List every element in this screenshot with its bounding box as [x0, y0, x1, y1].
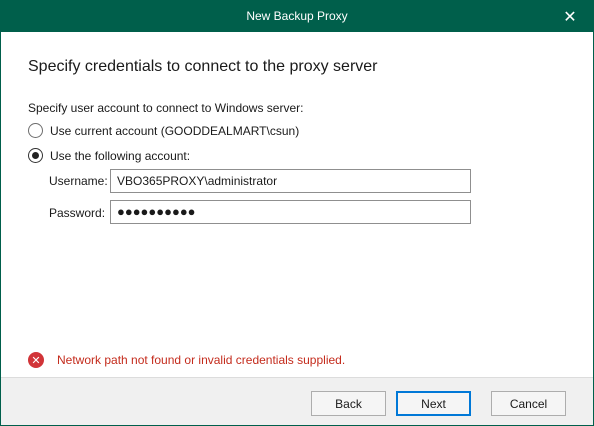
- radio-button-selected[interactable]: [28, 148, 43, 163]
- new-backup-proxy-window: New Backup Proxy ✕ Specify credentials t…: [0, 0, 594, 426]
- error-message: Network path not found or invalid creden…: [57, 353, 346, 367]
- next-button[interactable]: Next: [396, 391, 471, 416]
- back-button[interactable]: Back: [311, 391, 386, 416]
- radio-button[interactable]: [28, 123, 43, 138]
- radio-use-current-account[interactable]: Use current account (GOODDEALMART\csun): [28, 123, 299, 138]
- window-title: New Backup Proxy: [246, 9, 348, 23]
- radio-label: Use current account (GOODDEALMART\csun): [50, 123, 300, 138]
- username-label: Username:: [49, 174, 108, 188]
- username-field[interactable]: [110, 169, 471, 193]
- button-bar: Back Next Cancel: [1, 377, 593, 425]
- title-bar: New Backup Proxy ✕: [1, 1, 593, 32]
- close-icon: ✕: [563, 8, 577, 26]
- close-button[interactable]: ✕: [547, 1, 593, 32]
- password-field[interactable]: [110, 200, 471, 224]
- error-x-icon: ✕: [28, 352, 44, 368]
- password-label: Password:: [49, 206, 106, 220]
- page-heading: Specify credentials to connect to the pr…: [28, 58, 378, 75]
- radio-use-following-account[interactable]: Use the following account:: [28, 148, 190, 163]
- account-section-label: Specify user account to connect to Windo…: [28, 101, 304, 115]
- radio-label: Use the following account:: [50, 148, 191, 163]
- error-message-row: ✕ Network path not found or invalid cred…: [28, 352, 345, 368]
- cancel-button[interactable]: Cancel: [491, 391, 566, 416]
